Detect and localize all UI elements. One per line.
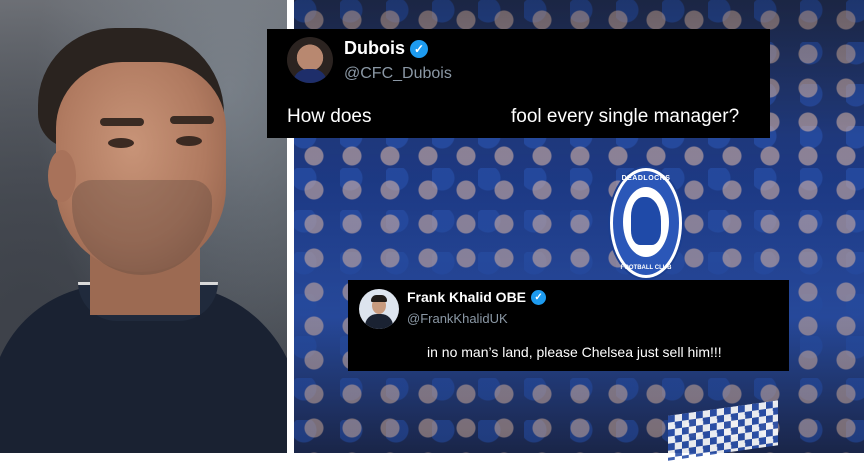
avatar-hair bbox=[371, 295, 387, 302]
tweet-text-part1: How does bbox=[287, 106, 372, 127]
verified-badge-icon: ✓ bbox=[531, 289, 547, 305]
avatar[interactable] bbox=[287, 37, 333, 83]
display-name[interactable]: Dubois bbox=[344, 38, 405, 59]
avatar[interactable] bbox=[359, 289, 399, 329]
badge-top-text: DEADLOCKS bbox=[621, 175, 671, 182]
tweet-card-dubois[interactable]: Dubois ✓ @CFC_Dubois How does fool every… bbox=[267, 29, 770, 138]
left-eyebrow bbox=[100, 118, 144, 126]
display-name[interactable]: Frank Khalid OBE bbox=[407, 289, 526, 305]
badge-bottom-text: FOOTBALL CLUB bbox=[620, 265, 672, 271]
verified-badge-icon: ✓ bbox=[410, 39, 428, 58]
handle[interactable]: @CFC_Dubois bbox=[344, 65, 452, 83]
avatar-suit bbox=[365, 314, 393, 329]
chelsea-badge: DEADLOCKS FOOTBALL CLUB bbox=[610, 168, 682, 278]
left-eye bbox=[108, 138, 134, 148]
name-row: Frank Khalid OBE ✓ bbox=[407, 289, 547, 305]
lion-icon bbox=[631, 197, 661, 245]
avatar-shirt bbox=[293, 69, 327, 83]
handle[interactable]: @FrankKhalidUK bbox=[407, 311, 508, 326]
tweet-text-part2: fool every single manager? bbox=[511, 106, 740, 127]
name-row: Dubois ✓ bbox=[344, 38, 428, 59]
manager-photo bbox=[0, 0, 287, 453]
tweet-card-frank-khalid[interactable]: Frank Khalid OBE ✓ @FrankKhalidUK in no … bbox=[348, 280, 789, 371]
right-eyebrow bbox=[170, 116, 214, 124]
right-eye bbox=[176, 136, 202, 146]
tweet-text: in no man’s land, please Chelsea just se… bbox=[427, 344, 722, 360]
